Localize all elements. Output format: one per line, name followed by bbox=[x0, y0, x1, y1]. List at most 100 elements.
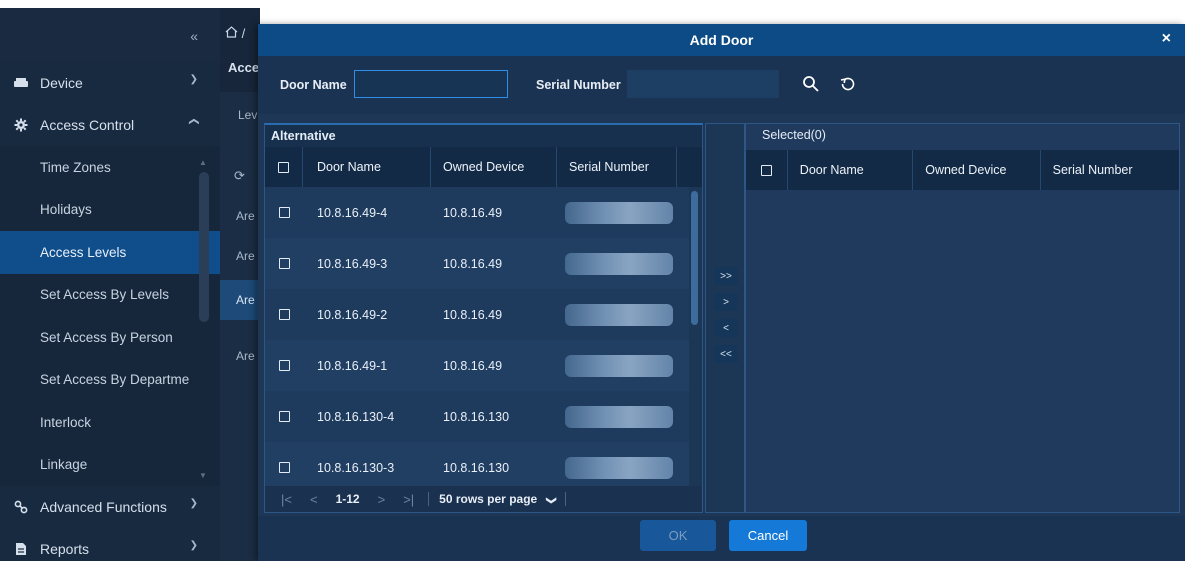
device-icon bbox=[12, 76, 30, 90]
sidebar-scrollbar[interactable]: ▲ ▼ bbox=[198, 158, 210, 480]
cell-door-name: 10.8.16.49-4 bbox=[317, 205, 388, 220]
row-checkbox-cell bbox=[265, 187, 303, 238]
sidebar-group-label: Reports bbox=[40, 541, 90, 557]
cell-owned-device: 10.8.16.49 bbox=[443, 307, 503, 322]
row-checkbox[interactable] bbox=[278, 462, 290, 473]
table-row[interactable]: 10.8.16.49-2 10.8.16.49 bbox=[265, 289, 689, 340]
sidebar-group-access-control[interactable]: Access Control ❯ bbox=[0, 104, 220, 146]
sidebar-scroll-thumb[interactable] bbox=[199, 172, 209, 322]
sidebar-item-set-access-by-levels[interactable]: Set Access By Levels bbox=[0, 273, 220, 316]
app-top-strip bbox=[0, 0, 1185, 8]
select-all-checkbox[interactable] bbox=[760, 164, 772, 176]
sidebar-item-linkage[interactable]: Linkage bbox=[0, 443, 220, 486]
cell-door-name: 10.8.16.49-1 bbox=[317, 358, 388, 373]
add-selected-button[interactable]: > bbox=[714, 293, 738, 311]
pager-divider bbox=[428, 492, 430, 506]
cell-door-name: 10.8.16.49-2 bbox=[317, 307, 388, 322]
select-all-cell bbox=[265, 147, 303, 187]
reset-icon[interactable] bbox=[834, 70, 862, 98]
column-header-serial-number[interactable]: Serial Number bbox=[557, 147, 677, 187]
serial-number-input[interactable] bbox=[627, 70, 779, 98]
first-page-button[interactable]: |< bbox=[281, 492, 292, 507]
row-checkbox[interactable] bbox=[278, 309, 290, 320]
transfer-controls: >> > < << bbox=[705, 123, 745, 513]
blurred-serial bbox=[565, 354, 673, 377]
sidebar-item-access-levels[interactable]: Access Levels bbox=[0, 231, 220, 274]
sidebar-group-device[interactable]: Device ❯ bbox=[0, 62, 220, 104]
row-checkbox[interactable] bbox=[278, 258, 290, 269]
chevron-down-icon: ❯ bbox=[545, 496, 557, 505]
table-row[interactable]: 10.8.16.49-4 10.8.16.49 bbox=[265, 187, 689, 238]
background-row: Are bbox=[236, 209, 255, 223]
door-name-label: Door Name bbox=[280, 78, 347, 92]
table-row[interactable]: 10.8.16.130-4 10.8.16.130 bbox=[265, 391, 689, 442]
background-panel bbox=[220, 92, 260, 561]
selected-panel: Selected(0) Door Name Owned Device Seria… bbox=[745, 123, 1180, 513]
search-icon[interactable] bbox=[797, 70, 825, 98]
cell-serial-number bbox=[557, 187, 677, 238]
row-checkbox-cell bbox=[265, 238, 303, 289]
column-header-serial-number[interactable]: Serial Number bbox=[1041, 150, 1179, 190]
sidebar-group-advanced-functions[interactable]: Advanced Functions ❯ bbox=[0, 486, 220, 528]
cell-owned-device: 10.8.16.49 bbox=[443, 358, 503, 373]
collapse-sidebar-icon[interactable]: « bbox=[190, 28, 198, 44]
cell-serial-number bbox=[557, 391, 677, 442]
row-checkbox-cell bbox=[265, 442, 303, 489]
remove-all-button[interactable]: << bbox=[714, 345, 738, 363]
row-checkbox-cell bbox=[265, 340, 303, 391]
next-page-button[interactable]: > bbox=[378, 492, 386, 507]
row-checkbox[interactable] bbox=[278, 411, 290, 422]
refresh-icon: ⟳ bbox=[234, 168, 245, 183]
sidebar-item-time-zones[interactable]: Time Zones bbox=[0, 146, 220, 189]
table-row[interactable]: 10.8.16.49-3 10.8.16.49 bbox=[265, 238, 689, 289]
pagination: |< < 1-12 > >| 50 rows per page ❯ bbox=[265, 486, 702, 512]
reports-icon bbox=[12, 542, 30, 556]
alternative-scrollbar[interactable] bbox=[690, 187, 700, 479]
cell-serial-number bbox=[557, 442, 677, 489]
add-door-dialog: Add Door × Door Name Serial Number Alter… bbox=[258, 24, 1185, 561]
row-checkbox-cell bbox=[265, 289, 303, 340]
background-row: Are bbox=[236, 349, 255, 363]
alternative-label: Alternative bbox=[265, 125, 702, 147]
breadcrumb: / bbox=[225, 26, 245, 41]
selected-label: Selected(0) bbox=[746, 124, 1179, 146]
ok-button[interactable]: OK bbox=[640, 520, 716, 551]
home-icon[interactable] bbox=[225, 26, 238, 38]
column-header-owned-device[interactable]: Owned Device bbox=[913, 150, 1041, 190]
chevron-up-icon: ❯ bbox=[188, 117, 200, 126]
table-row[interactable]: 10.8.16.130-3 10.8.16.130 bbox=[265, 442, 689, 489]
sidebar-item-interlock[interactable]: Interlock bbox=[0, 401, 220, 444]
select-all-cell bbox=[746, 150, 788, 190]
cancel-button[interactable]: Cancel bbox=[729, 520, 807, 551]
selected-table-header: Door Name Owned Device Serial Number bbox=[746, 150, 1179, 190]
scroll-up-icon[interactable]: ▲ bbox=[199, 158, 207, 167]
row-checkbox[interactable] bbox=[278, 207, 290, 218]
cell-serial-number bbox=[557, 340, 677, 391]
add-all-button[interactable]: >> bbox=[714, 267, 738, 285]
sidebar-item-set-access-by-person[interactable]: Set Access By Person bbox=[0, 316, 220, 359]
column-header-door-name[interactable]: Door Name bbox=[303, 147, 431, 187]
column-header-owned-device[interactable]: Owned Device bbox=[431, 147, 557, 187]
remove-selected-button[interactable]: < bbox=[714, 319, 738, 337]
sidebar-group-reports[interactable]: Reports ❯ bbox=[0, 528, 220, 561]
chevron-down-icon: ❯ bbox=[189, 540, 198, 551]
prev-page-button[interactable]: < bbox=[310, 492, 318, 507]
scroll-down-icon[interactable]: ▼ bbox=[199, 471, 207, 480]
column-header-door-name[interactable]: Door Name bbox=[788, 150, 914, 190]
pager-divider bbox=[564, 492, 566, 506]
sidebar-group-label: Device bbox=[40, 75, 83, 91]
sidebar-item-holidays[interactable]: Holidays bbox=[0, 188, 220, 231]
cell-door-name: 10.8.16.130-3 bbox=[317, 460, 395, 475]
sidebar-item-set-access-by-department[interactable]: Set Access By Departme bbox=[0, 358, 220, 401]
close-icon[interactable]: × bbox=[1162, 30, 1171, 48]
blurred-serial bbox=[565, 252, 673, 275]
chevron-down-icon: ❯ bbox=[189, 498, 198, 509]
select-all-checkbox[interactable] bbox=[278, 161, 289, 173]
rows-per-page-select[interactable]: 50 rows per page ❯ bbox=[439, 492, 557, 506]
row-checkbox[interactable] bbox=[278, 360, 290, 371]
last-page-button[interactable]: >| bbox=[403, 492, 414, 507]
alternative-scroll-thumb[interactable] bbox=[691, 191, 698, 325]
door-name-input[interactable] bbox=[354, 70, 508, 98]
cell-door-name: 10.8.16.49-3 bbox=[317, 256, 388, 271]
table-row[interactable]: 10.8.16.49-1 10.8.16.49 bbox=[265, 340, 689, 391]
